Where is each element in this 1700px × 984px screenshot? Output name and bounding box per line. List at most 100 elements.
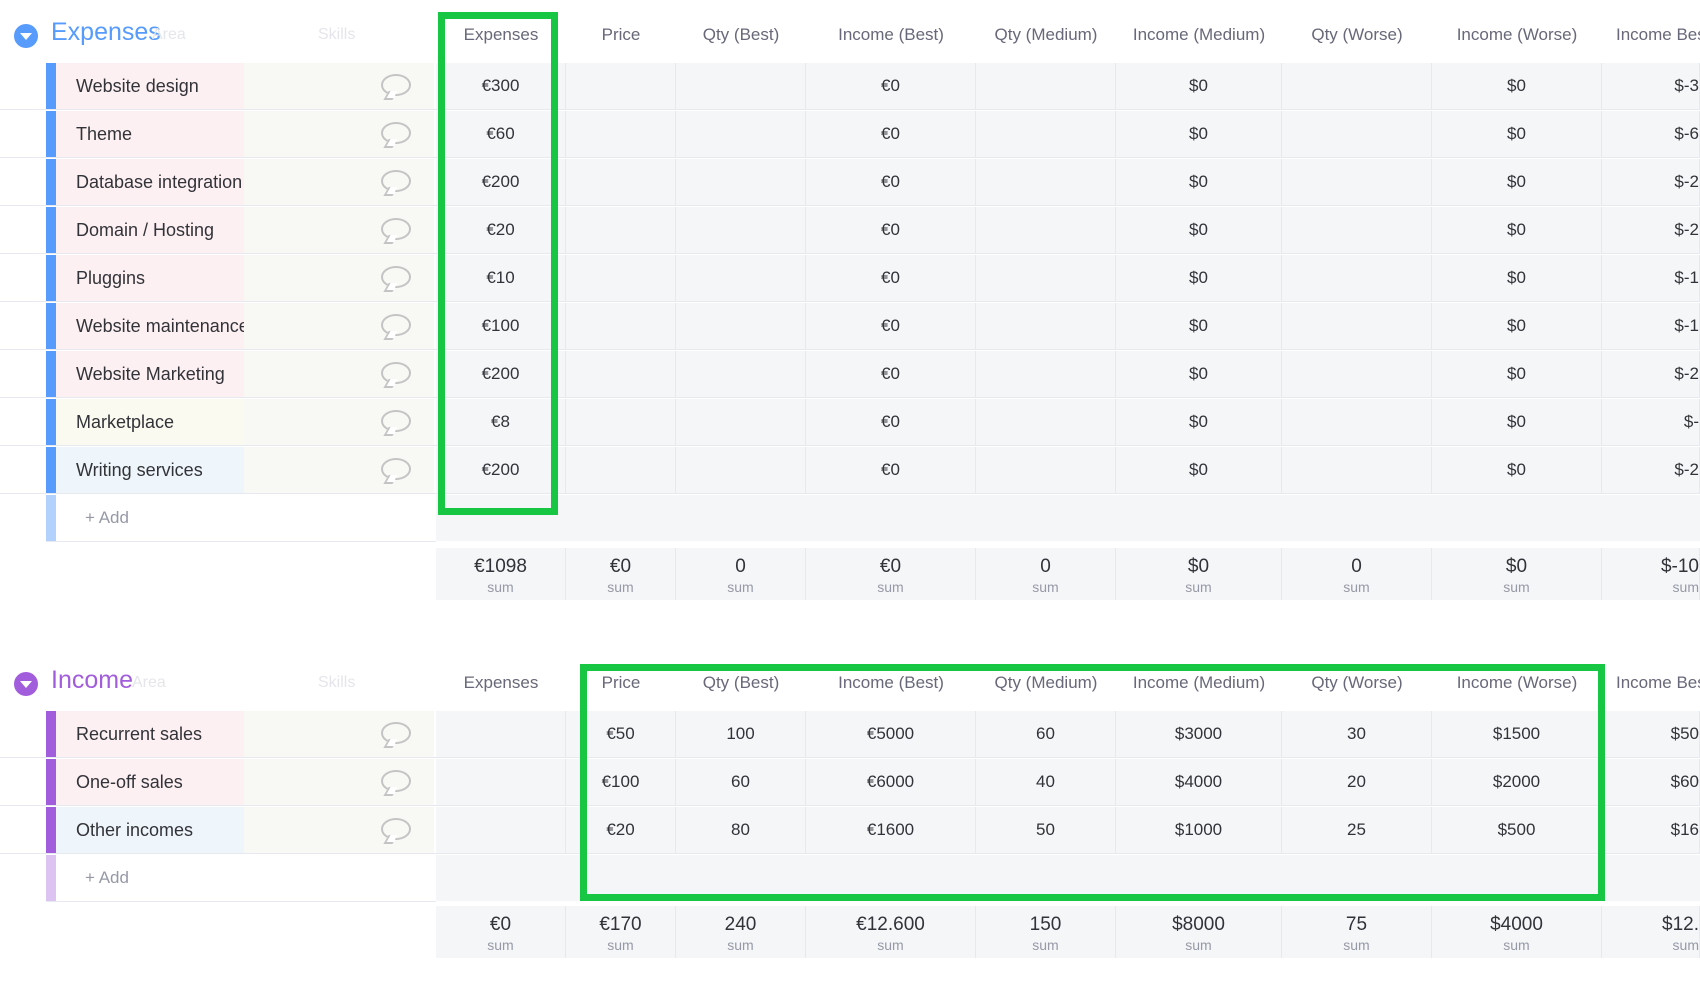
cell-income-medium[interactable]: $0 [1116,207,1282,253]
cell-qty-best[interactable] [676,111,806,157]
cell-income-medium[interactable]: $3000 [1116,711,1282,757]
speech-bubble-icon[interactable] [381,770,411,792]
cell-price[interactable] [566,399,676,445]
cell-income-worse[interactable]: $0 [1432,399,1602,445]
chevron-down-icon[interactable] [14,672,38,696]
cell-income-bes[interactable]: $-6 [1602,111,1700,157]
cell-income-worse[interactable]: $500 [1432,807,1602,853]
cell-income-best[interactable]: €0 [806,207,976,253]
cell-qty-worse[interactable] [1282,351,1432,397]
item-name[interactable]: Writing services [56,447,244,493]
cell-income-best[interactable]: €1600 [806,807,976,853]
item-name[interactable]: Recurrent sales [56,711,244,757]
cell-expenses[interactable]: €200 [436,447,566,493]
cell-qty-worse[interactable] [1282,207,1432,253]
cell-income-worse[interactable]: $0 [1432,255,1602,301]
cell-qty-worse[interactable]: 30 [1282,711,1432,757]
column-header-qty-medium[interactable]: Qty (Medium) [976,673,1116,693]
cell-income-bes[interactable]: $-2 [1602,447,1700,493]
column-header-income-best[interactable]: Income (Best) [806,673,976,693]
cell-qty-worse[interactable] [1282,63,1432,109]
cell-qty-medium[interactable]: 60 [976,711,1116,757]
cell-income-best[interactable]: €5000 [806,711,976,757]
cell-income-best[interactable]: €0 [806,159,976,205]
cell-qty-best[interactable] [676,447,806,493]
cell-income-bes[interactable]: $50 [1602,711,1700,757]
cell-price[interactable]: €100 [566,759,676,805]
cell-income-worse[interactable]: $0 [1432,351,1602,397]
cell-expenses[interactable]: €200 [436,351,566,397]
group-title[interactable]: Income [51,666,133,695]
cell-income-bes[interactable]: $-1 [1602,255,1700,301]
add-item-label[interactable]: + Add [85,508,129,528]
cell-income-bes[interactable]: $16 [1602,807,1700,853]
cell-expenses[interactable]: €200 [436,159,566,205]
speech-bubble-icon[interactable] [381,74,411,96]
cell-qty-worse[interactable] [1282,159,1432,205]
cell-income-bes[interactable]: $-2 [1602,159,1700,205]
cell-qty-worse[interactable]: 20 [1282,759,1432,805]
cell-qty-medium[interactable] [976,111,1116,157]
group-title[interactable]: Expenses [51,18,161,47]
item-name[interactable]: Website design [56,63,244,109]
cell-qty-best[interactable]: 100 [676,711,806,757]
cell-income-worse[interactable]: $0 [1432,207,1602,253]
column-header-income-best[interactable]: Income (Best) [806,25,976,45]
cell-income-bes[interactable]: $-1 [1602,303,1700,349]
column-header-qty-best[interactable]: Qty (Best) [676,25,806,45]
item-name[interactable]: Domain / Hosting [56,207,244,253]
cell-income-medium[interactable]: $4000 [1116,759,1282,805]
item-name[interactable]: One-off sales [56,759,244,805]
cell-income-bes[interactable]: $- [1602,399,1700,445]
table-row[interactable]: Website design €300 €0 $0 $0 $-3 [0,62,1700,110]
cell-qty-medium[interactable] [976,63,1116,109]
cell-expenses[interactable] [436,711,566,757]
item-name[interactable]: Pluggins [56,255,244,301]
speech-bubble-icon[interactable] [381,410,411,432]
cell-qty-best[interactable] [676,159,806,205]
cell-qty-medium[interactable]: 50 [976,807,1116,853]
speech-bubble-icon[interactable] [381,170,411,192]
cell-income-medium[interactable]: $0 [1116,111,1282,157]
add-item-row[interactable]: + Add [0,854,1700,902]
cell-price[interactable] [566,351,676,397]
column-header-income-bes[interactable]: Income Bes [1602,673,1700,693]
column-header-income-medium[interactable]: Income (Medium) [1116,25,1282,45]
table-row[interactable]: Database integration €200 €0 $0 $0 $-2 [0,158,1700,206]
table-row[interactable]: Website maintenance €100 €0 $0 $0 $-1 [0,302,1700,350]
column-header-qty-worse[interactable]: Qty (Worse) [1282,673,1432,693]
cell-income-best[interactable]: €0 [806,447,976,493]
item-name[interactable]: Database integration [56,159,244,205]
cell-income-worse[interactable]: $0 [1432,159,1602,205]
cell-income-best[interactable]: €0 [806,63,976,109]
cell-income-bes[interactable]: $-3 [1602,63,1700,109]
speech-bubble-icon[interactable] [381,818,411,840]
cell-qty-best[interactable] [676,399,806,445]
item-name[interactable]: Marketplace [56,399,244,445]
item-name[interactable]: Website maintenance [56,303,249,349]
cell-price[interactable] [566,447,676,493]
column-header-qty-medium[interactable]: Qty (Medium) [976,25,1116,45]
cell-income-best[interactable]: €0 [806,351,976,397]
cell-expenses[interactable] [436,807,566,853]
cell-expenses[interactable]: €8 [436,399,566,445]
cell-income-worse[interactable]: $0 [1432,447,1602,493]
cell-qty-medium[interactable] [976,303,1116,349]
cell-income-worse[interactable]: $0 [1432,63,1602,109]
column-header-expenses[interactable]: Expenses [436,25,566,45]
table-row[interactable]: Domain / Hosting €20 €0 $0 $0 $-2 [0,206,1700,254]
add-item-label[interactable]: + Add [85,868,129,888]
cell-qty-worse[interactable] [1282,303,1432,349]
table-row[interactable]: One-off sales €100 60 €6000 40 $4000 20 $2000 $6… [0,758,1700,806]
chevron-down-icon[interactable] [14,24,38,48]
cell-income-worse[interactable]: $1500 [1432,711,1602,757]
cell-income-medium[interactable]: $0 [1116,351,1282,397]
table-row[interactable]: Other incomes €20 80 €1600 50 $1000 25 $500 $16 [0,806,1700,854]
table-row[interactable]: Theme €60 €0 $0 $0 $-6 [0,110,1700,158]
cell-price[interactable]: €50 [566,711,676,757]
cell-income-worse[interactable]: $0 [1432,111,1602,157]
cell-qty-worse[interactable] [1282,255,1432,301]
cell-qty-medium[interactable] [976,399,1116,445]
cell-expenses[interactable]: €20 [436,207,566,253]
cell-qty-worse[interactable] [1282,111,1432,157]
